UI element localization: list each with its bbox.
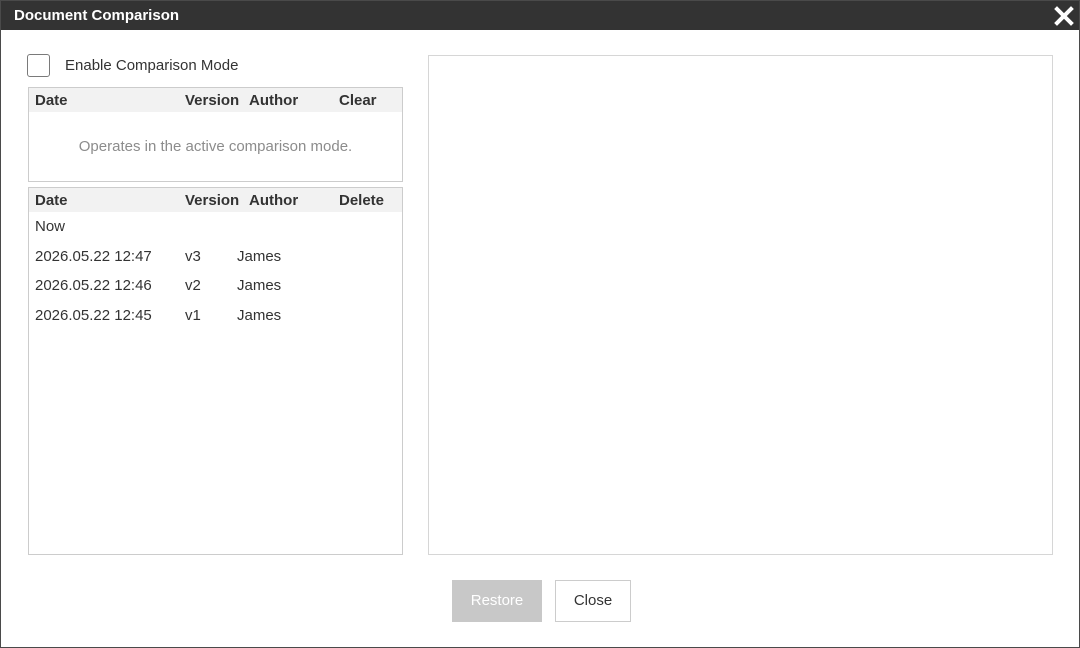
row-version: v3 — [185, 248, 201, 265]
row-author: James — [237, 248, 282, 265]
column-header-version: Version — [185, 192, 240, 209]
close-button[interactable]: Close — [555, 580, 631, 622]
row-date: 2026.05.22 12:46 — [35, 277, 152, 294]
row-author: James — [237, 307, 282, 324]
row-date: 2026.05.22 12:45 — [35, 307, 152, 324]
document-comparison-dialog: Document Comparison Enable Comparison Mo… — [0, 0, 1080, 648]
column-header-delete: Delete — [339, 192, 385, 209]
history-row[interactable]: 2026.05.22 12:46 v2 James — [29, 272, 402, 300]
dialog-titlebar: Document Comparison — [1, 1, 1079, 30]
column-header-author: Author — [249, 192, 299, 209]
comparison-empty-message: Operates in the active comparison mode. — [78, 138, 353, 155]
column-header-clear: Clear — [339, 92, 377, 109]
comparison-table: Date Version Author Clear Operates in th… — [28, 87, 403, 182]
comparison-table-header: Date Version Author Clear — [29, 88, 402, 112]
history-row-now[interactable]: Now — [29, 213, 402, 241]
history-row[interactable]: 2026.05.22 12:45 v1 James — [29, 302, 402, 330]
row-author: James — [237, 277, 282, 294]
column-header-date: Date — [35, 92, 68, 109]
row-date: Now — [35, 218, 66, 235]
restore-button[interactable]: Restore — [452, 580, 542, 622]
column-header-version: Version — [185, 92, 240, 109]
row-version: v2 — [185, 277, 201, 294]
comparison-mode-checkbox[interactable] — [27, 54, 50, 77]
history-table-header: Date Version Author Delete — [29, 188, 402, 212]
document-preview-pane — [428, 55, 1053, 555]
close-icon[interactable] — [1053, 5, 1075, 27]
column-header-author: Author — [249, 92, 299, 109]
row-version: v1 — [185, 307, 201, 324]
column-header-date: Date — [35, 192, 68, 209]
row-date: 2026.05.22 12:47 — [35, 248, 152, 265]
version-history-table: Date Version Author Delete Now 2026.05.2… — [28, 187, 403, 555]
dialog-title: Document Comparison — [14, 7, 180, 24]
history-row[interactable]: 2026.05.22 12:47 v3 James — [29, 243, 402, 271]
comparison-mode-label[interactable]: Enable Comparison Mode — [65, 57, 238, 74]
